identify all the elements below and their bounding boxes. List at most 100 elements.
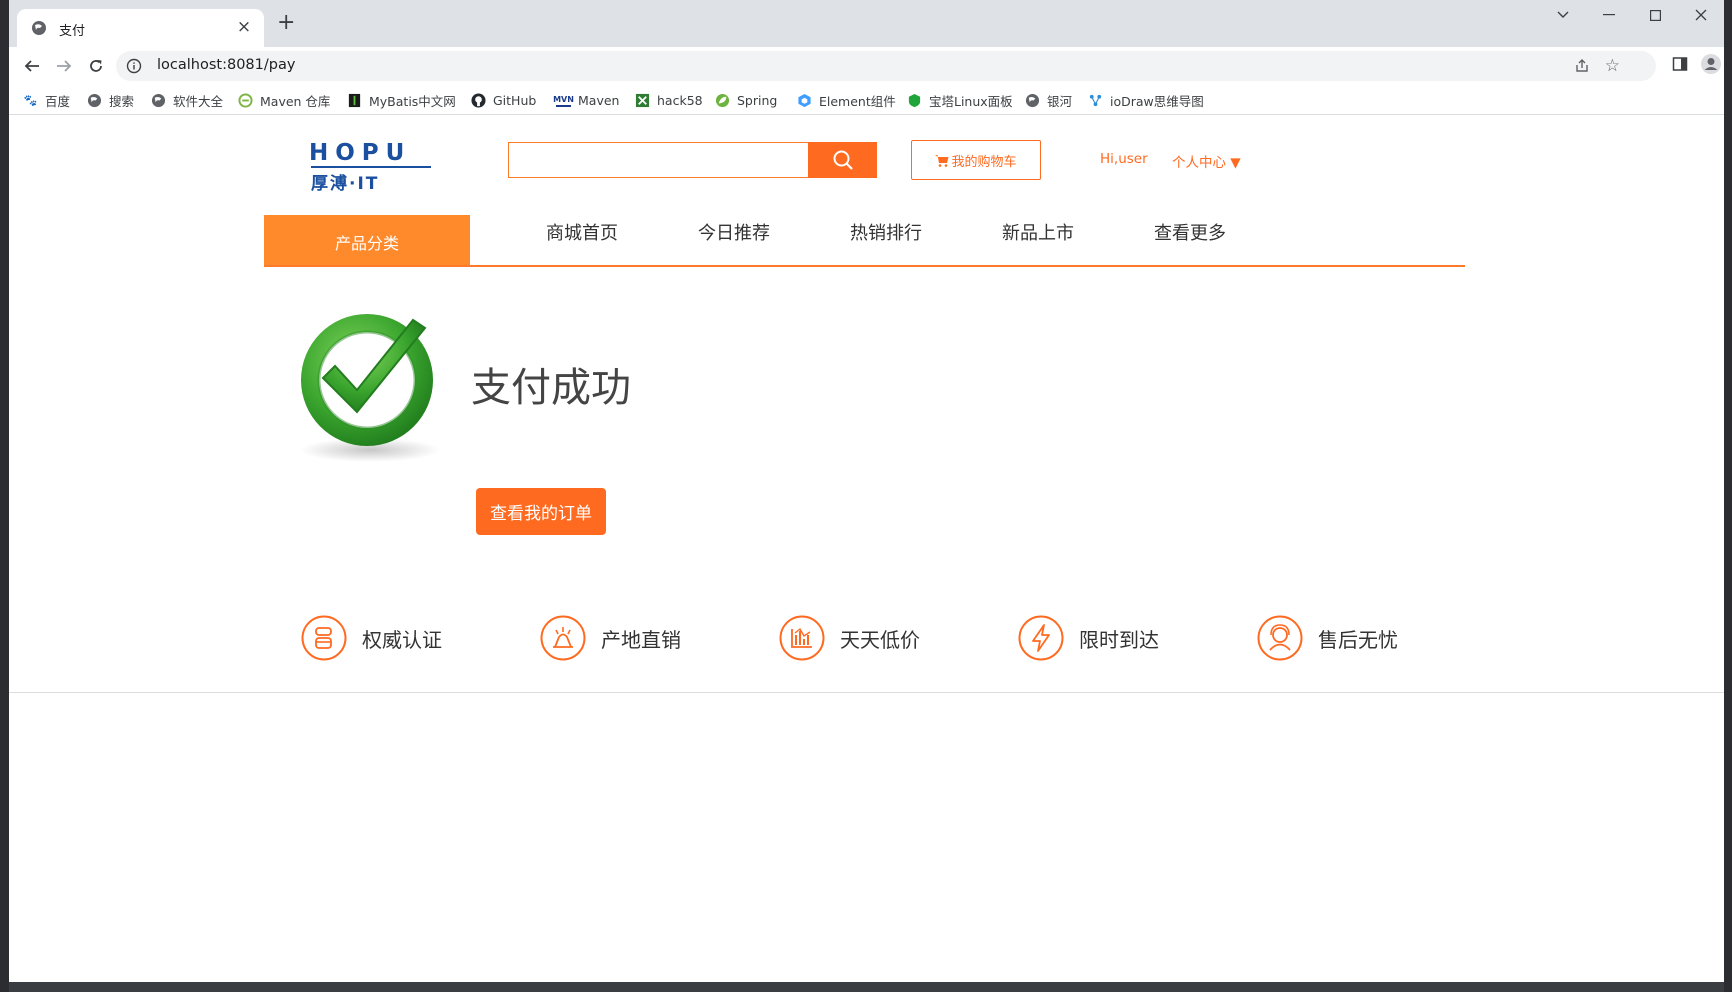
site-logo[interactable]: HOPU 厚溥·IT [309, 140, 439, 194]
side-panel-button[interactable] [1672, 56, 1688, 76]
bookmark-label: GitHub [493, 92, 537, 108]
arrow-left-icon [24, 60, 39, 72]
bookmark-label: hack58 [657, 92, 703, 108]
view-orders-button[interactable]: 查看我的订单 [476, 488, 606, 535]
window-controls [1540, 0, 1724, 32]
back-button[interactable] [19, 53, 45, 79]
origin-icon [540, 615, 586, 661]
feature-label: 权威认证 [362, 627, 442, 652]
lightning-icon [1018, 615, 1064, 661]
payment-success-title: 支付成功 [471, 365, 631, 411]
globe-icon [1025, 93, 1040, 107]
browser-window: 支付 × + localhost:8081/pay ☆ 🐾 百度 搜索 软件大全… [9, 0, 1724, 982]
cart-button[interactable]: 我的购物车 [911, 140, 1041, 180]
new-tab-button[interactable]: + [277, 12, 295, 34]
nav-more[interactable]: 查看更多 [1154, 219, 1226, 245]
globe-icon [32, 21, 46, 35]
hack58-icon [635, 93, 650, 107]
search-button[interactable] [808, 142, 877, 178]
footer-divider [9, 692, 1724, 693]
nav-today-recommend[interactable]: 今日推荐 [698, 219, 770, 245]
bookmark-element[interactable]: Element组件 [797, 90, 896, 110]
reload-button[interactable] [83, 53, 109, 79]
address-bar[interactable]: localhost:8081/pay ☆ [116, 51, 1656, 81]
bookmark-label: Element组件 [819, 93, 896, 109]
page-content: HOPU 厚溥·IT 我的购物车 Hi,user 个人中心 ▼ 产品分类 商城首… [9, 115, 1724, 982]
iodraw-icon [1089, 94, 1102, 106]
search-icon [833, 150, 853, 170]
url-text[interactable]: localhost:8081/pay [157, 57, 295, 73]
certificate-icon [301, 615, 347, 661]
nav-underline [264, 265, 1465, 267]
bookmark-label: Maven [578, 92, 620, 108]
cart-label: 我的购物车 [951, 154, 1017, 170]
user-greeting[interactable]: Hi,user [1100, 151, 1148, 167]
bookmark-label: 宝塔Linux面板 [929, 93, 1013, 109]
bookmark-label: 软件大全 [173, 93, 224, 109]
github-icon [471, 92, 486, 108]
tab-close-icon[interactable]: × [234, 17, 254, 37]
feature-timely: 限时到达 [1018, 615, 1159, 661]
info-icon[interactable] [126, 58, 142, 74]
bookmark-maven[interactable]: MVN Maven [553, 90, 620, 110]
maximize-icon [1649, 9, 1661, 21]
bookmark-software[interactable]: 软件大全 [151, 90, 223, 110]
feature-direct-sale: 产地直销 [540, 615, 681, 661]
chevron-down-icon [1557, 11, 1569, 18]
desktop-right-edge [1724, 0, 1732, 992]
minimize-button[interactable] [1586, 0, 1632, 30]
low-price-icon [779, 615, 825, 661]
bookmark-spring[interactable]: Spring [715, 90, 777, 110]
bookmark-label: MyBatis中文网 [369, 93, 456, 109]
bookmark-iodraw[interactable]: ioDraw思维导图 [1088, 90, 1204, 110]
logo-subtext: 厚溥·IT [311, 174, 380, 194]
nav-new-arrivals[interactable]: 新品上市 [1002, 219, 1074, 245]
bookmark-mybatis[interactable]: MyBatis中文网 [347, 90, 456, 110]
logo-text: HOPU [309, 140, 412, 166]
bookmark-hack58[interactable]: hack58 [635, 90, 703, 110]
bookmark-github[interactable]: GitHub [471, 90, 536, 110]
bookmark-label: 银河 [1047, 93, 1073, 109]
feature-label: 产地直销 [601, 627, 681, 652]
logo-divider [311, 166, 431, 168]
star-icon[interactable]: ☆ [1605, 56, 1620, 76]
feature-after-sales: 售后无忧 [1257, 615, 1398, 661]
globe-icon [87, 93, 102, 107]
minimize-icon [1603, 14, 1615, 16]
search-input[interactable] [508, 142, 808, 178]
bookmark-search[interactable]: 搜索 [87, 90, 134, 110]
tab-title: 支付 [59, 24, 86, 39]
success-checkmark-icon [300, 314, 440, 462]
bt-icon [908, 93, 921, 107]
maximize-button[interactable] [1632, 0, 1678, 30]
share-icon[interactable] [1574, 58, 1590, 74]
mybatis-icon [348, 93, 361, 107]
side-panel-icon [1672, 57, 1688, 71]
arrow-right-icon [57, 60, 72, 72]
tab-search-button[interactable] [1540, 0, 1586, 30]
bookmark-baidu[interactable]: 🐾 百度 [23, 90, 70, 110]
avatar-icon [1701, 54, 1721, 74]
baidu-icon: 🐾 [23, 93, 38, 107]
close-window-button[interactable] [1678, 0, 1724, 30]
spring-icon [715, 93, 730, 107]
bookmark-maven-repo[interactable]: Maven 仓库 [238, 90, 330, 110]
browser-toolbar: localhost:8081/pay ☆ [9, 47, 1724, 85]
profile-button[interactable] [1700, 53, 1722, 79]
bookmark-yinhe[interactable]: 银河 [1025, 90, 1072, 110]
forward-button[interactable] [51, 53, 77, 79]
globe-icon [151, 93, 166, 107]
user-center-menu[interactable]: 个人中心 ▼ [1172, 151, 1241, 171]
bookmark-label: Spring [737, 92, 778, 108]
nav-hot-ranking[interactable]: 热销排行 [850, 219, 922, 245]
bookmark-label: 百度 [45, 93, 71, 109]
feature-label: 售后无忧 [1318, 627, 1398, 652]
tab-pay[interactable]: 支付 × [17, 9, 264, 47]
element-icon [798, 93, 811, 107]
reload-icon [90, 60, 102, 72]
category-button[interactable]: 产品分类 [264, 215, 470, 265]
bookmark-label: Maven 仓库 [260, 93, 331, 109]
nav-home[interactable]: 商城首页 [546, 219, 618, 245]
feature-low-price: 天天低价 [779, 615, 920, 661]
bookmark-bt[interactable]: 宝塔Linux面板 [907, 90, 1013, 110]
